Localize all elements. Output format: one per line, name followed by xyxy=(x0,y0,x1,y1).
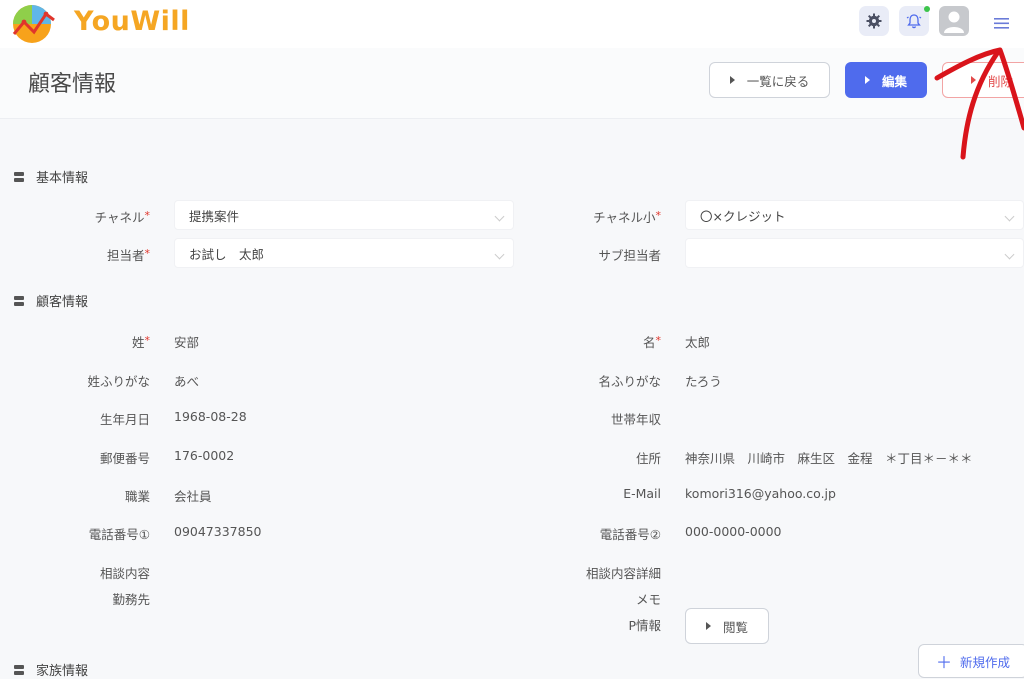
new-create-label: 新規作成 xyxy=(960,654,1011,670)
new-create-button[interactable]: ＋ 新規作成 xyxy=(918,644,1024,678)
p-info-label: P情報 xyxy=(628,618,661,633)
zip-label: 郵便番号 xyxy=(99,451,150,466)
consult-detail-label: 相談内容詳細 xyxy=(585,566,661,581)
zip-value: 176-0002 xyxy=(174,448,235,463)
section-customer-title: 顧客情報 xyxy=(14,291,88,310)
view-button[interactable]: 閲覧 xyxy=(685,608,769,644)
email-label: E-Mail xyxy=(623,486,661,501)
delete-label: 削除 xyxy=(988,73,1014,89)
staff-value: お試し 太郎 xyxy=(189,246,265,262)
workplace-label: 勤務先 xyxy=(112,592,150,607)
caret-right-icon xyxy=(971,76,976,84)
back-to-list-button[interactable]: 一覧に戻る xyxy=(709,62,830,98)
last-name-label: 姓 xyxy=(132,332,150,351)
job-value: 会社員 xyxy=(174,489,212,504)
phone1-label: 電話番号① xyxy=(88,527,150,542)
page-title: 顧客情報 xyxy=(28,72,117,97)
stack-icon xyxy=(14,295,24,306)
last-kana-value: あべ xyxy=(174,374,200,389)
last-name-value: 安部 xyxy=(174,335,200,350)
user-icon xyxy=(944,11,964,33)
caret-right-icon xyxy=(705,622,711,630)
gear-icon xyxy=(866,13,882,29)
top-bar: YouWill xyxy=(0,0,1024,48)
section-basic-title: 基本情報 xyxy=(14,167,88,186)
bell-icon xyxy=(906,14,922,29)
notification-dot xyxy=(924,6,930,12)
first-kana-value: たろう xyxy=(685,374,722,389)
first-name-value: 太郎 xyxy=(685,335,711,350)
staff-label: 担当者 xyxy=(107,245,150,264)
edit-label: 編集 xyxy=(881,73,907,89)
address-value: 神奈川県 川崎市 麻生区 金程 ＊丁目＊－＊＊ xyxy=(685,451,973,466)
hamburger-menu-icon[interactable] xyxy=(993,14,1011,32)
birth-value: 1968-08-28 xyxy=(174,409,247,424)
sub-staff-select[interactable] xyxy=(685,238,1024,268)
address-label: 住所 xyxy=(635,451,661,466)
app-name: YouWill xyxy=(74,6,190,37)
staff-select[interactable]: お試し 太郎 xyxy=(174,238,514,268)
channel-select[interactable]: 提携案件 xyxy=(174,200,514,230)
income-label: 世帯年収 xyxy=(610,412,661,427)
chevron-down-icon xyxy=(1004,211,1015,222)
view-label: 閲覧 xyxy=(722,619,748,635)
memo-label: メモ xyxy=(635,592,661,607)
youwill-logo-icon xyxy=(12,5,55,43)
chevron-down-icon xyxy=(494,211,505,222)
last-kana-label: 姓ふりがな xyxy=(87,374,150,389)
birth-label: 生年月日 xyxy=(99,412,150,427)
channel-value: 提携案件 xyxy=(189,208,240,224)
phone1-value: 09047337850 xyxy=(174,524,262,539)
delete-button[interactable]: 削除 xyxy=(942,62,1024,98)
job-label: 職業 xyxy=(124,489,150,504)
phone2-label: 電話番号② xyxy=(599,527,661,542)
caret-right-icon xyxy=(864,76,870,84)
section-customer-label: 顧客情報 xyxy=(36,295,89,310)
phone2-value: 000-0000-0000 xyxy=(685,524,782,539)
plus-icon: ＋ xyxy=(935,653,952,672)
section-basic-label: 基本情報 xyxy=(36,171,89,186)
consult-label: 相談内容 xyxy=(99,566,150,581)
channel-sub-value: 〇×クレジット xyxy=(700,208,786,224)
caret-right-icon xyxy=(729,76,735,84)
chevron-down-icon xyxy=(494,249,505,260)
avatar[interactable] xyxy=(939,6,969,36)
stack-icon xyxy=(14,171,24,182)
edit-button[interactable]: 編集 xyxy=(845,62,927,98)
channel-sub-label: チャネル小 xyxy=(593,207,661,226)
settings-button[interactable] xyxy=(859,6,889,36)
chevron-down-icon xyxy=(1004,249,1015,260)
sub-staff-label: サブ担当者 xyxy=(598,248,661,263)
email-value: komori316@yahoo.co.jp xyxy=(685,486,836,501)
channel-sub-select[interactable]: 〇×クレジット xyxy=(685,200,1024,230)
back-to-list-label: 一覧に戻る xyxy=(746,73,810,89)
channel-label: チャネル xyxy=(95,207,150,226)
first-kana-label: 名ふりがな xyxy=(598,374,661,389)
first-name-label: 名 xyxy=(643,332,661,351)
